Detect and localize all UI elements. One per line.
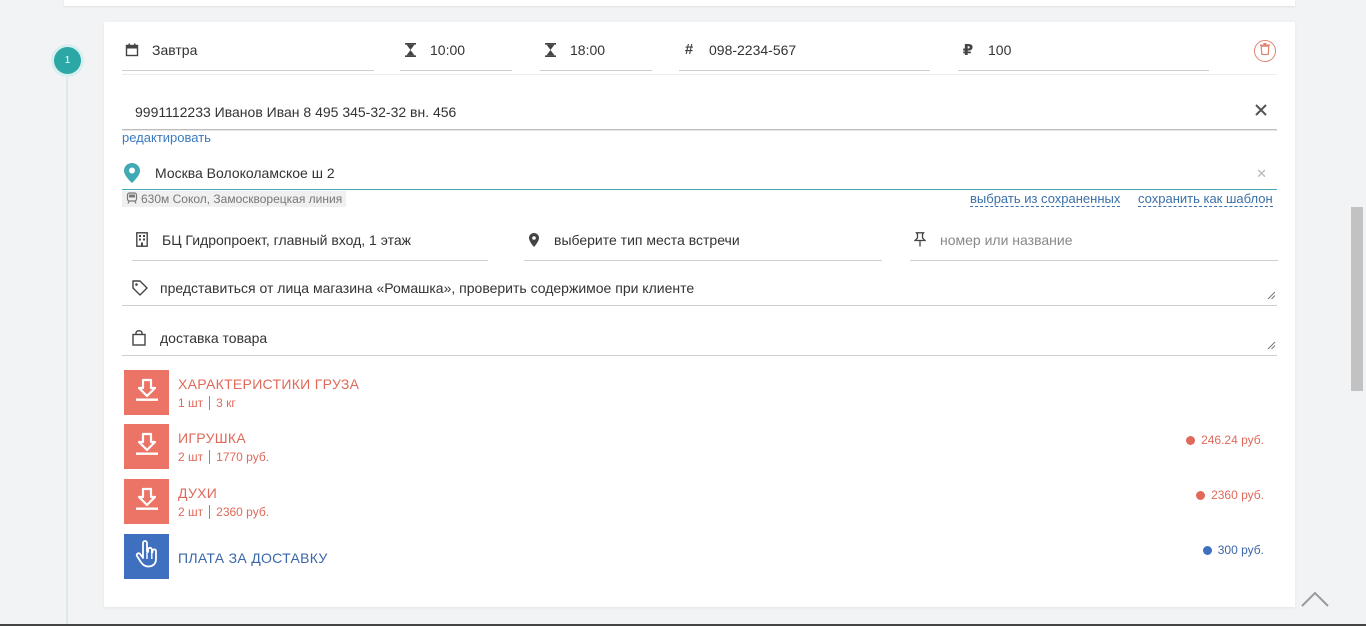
meeting-type-select[interactable]: выберите тип места встречи (524, 219, 882, 261)
item-price: 246.24 руб. (1186, 433, 1264, 447)
item-unit-price: 2360 руб. (216, 505, 270, 519)
address-value: Москва Волоколамское ш 2 (155, 165, 335, 181)
cargo-item[interactable]: ИГРУШКА 2 шт 1770 руб. 246.24 руб. (124, 424, 1269, 470)
date-field[interactable]: Завтра (122, 29, 374, 71)
hourglass-icon (540, 42, 560, 57)
scroll-to-top-button[interactable] (1300, 590, 1330, 613)
date-value: Завтра (152, 41, 198, 58)
cargo-item[interactable]: ХАРАКТЕРИСТИКИ ГРУЗА 1 шт 3 кг (124, 370, 1269, 416)
item-details: 1 шт 3 кг (178, 396, 236, 410)
save-template-link[interactable]: сохранить как шаблон (1138, 191, 1273, 207)
item-icon-tile[interactable] (124, 370, 169, 415)
price-dot (1196, 490, 1206, 500)
item-title[interactable]: ДУХИ (178, 485, 217, 501)
metro-badge: 630м Сокол, Замоскворецкая линия (122, 191, 347, 207)
ruble-icon: ₽ (962, 41, 974, 59)
item-quantity: 2 шт (178, 450, 204, 464)
item-details: 2 шт 2360 руб. (178, 505, 269, 519)
calendar-icon (122, 43, 142, 57)
metro-value: 630м Сокол, Замоскворецкая линия (141, 192, 343, 206)
item-price-value: 246.24 руб. (1201, 433, 1264, 447)
item-price-value: 300 руб. (1217, 543, 1264, 557)
description-textarea[interactable]: доставка товара (122, 320, 1277, 356)
shopping-bag-icon (132, 329, 152, 346)
resize-handle-icon[interactable] (1267, 287, 1276, 303)
hourglass-icon (400, 42, 420, 57)
download-icon (135, 487, 159, 516)
time-to-value: 18:00 (570, 41, 606, 58)
delivery-point-card: Завтра 10:00 18:00 # 098-2234-567 ₽ 100 … (104, 22, 1295, 607)
hand-pointer-icon (134, 540, 160, 573)
meeting-type-value: выберите тип места встречи (554, 231, 740, 248)
timeline-line (66, 60, 68, 626)
price-dot (1186, 435, 1196, 445)
item-unit-price: 1770 руб. (216, 450, 270, 464)
download-icon (135, 378, 159, 407)
place-name-placeholder: номер или название (940, 231, 1073, 248)
scrollbar-thumb[interactable] (1351, 207, 1363, 391)
building-field[interactable]: БЦ Гидропроект, главный вход, 1 этаж (132, 219, 488, 261)
item-price-value: 2360 руб. (1211, 488, 1264, 502)
place-name-input[interactable]: номер или название (910, 219, 1278, 261)
item-quantity: 2 шт (178, 505, 204, 519)
delivery-fee-item[interactable]: ПЛАТА ЗА ДОСТАВКУ 300 руб. (124, 534, 1269, 580)
item-weight: 3 кг (216, 396, 236, 410)
item-quantity: 1 шт (178, 396, 204, 410)
choose-saved-link[interactable]: выбрать из сохраненных (970, 191, 1121, 207)
note-value: представиться от лица магазина «Ромашка»… (160, 279, 695, 296)
location-dot-icon (524, 232, 544, 247)
time-from-value: 10:00 (430, 41, 466, 58)
item-icon-tile[interactable] (124, 534, 169, 579)
resize-handle-icon[interactable] (1267, 337, 1276, 353)
item-details: 2 шт 1770 руб. (178, 450, 269, 464)
cargo-item[interactable]: ДУХИ 2 шт 2360 руб. 2360 руб. (124, 479, 1269, 525)
metro-train-icon (126, 191, 141, 207)
trash-icon (1260, 42, 1270, 60)
address-field[interactable]: Москва Волоколамское ш 2 ✕ (122, 157, 1277, 190)
note-textarea[interactable]: представиться от лица магазина «Ромашка»… (122, 270, 1277, 306)
previous-card-edge (64, 0, 1295, 6)
amount-field[interactable]: ₽ 100 (958, 29, 1209, 71)
order-number-value: 098-2234-567 (709, 41, 797, 58)
hash-icon: # (684, 41, 694, 58)
item-price: 2360 руб. (1196, 488, 1264, 502)
divider (122, 74, 1277, 75)
item-icon-tile[interactable] (124, 424, 169, 469)
clear-address-icon[interactable]: ✕ (1256, 166, 1267, 182)
order-number-field[interactable]: # 098-2234-567 (679, 29, 930, 71)
step-badge: 1 (54, 47, 81, 74)
amount-value: 100 (988, 41, 1012, 58)
item-price: 300 руб. (1202, 543, 1264, 557)
chevron-up-icon (1300, 591, 1330, 612)
divider (209, 505, 211, 519)
building-value: БЦ Гидропроект, главный вход, 1 этаж (162, 231, 411, 248)
contact-field[interactable]: 9991112233 Иванов Иван 8 495 345-32-32 в… (122, 94, 1277, 130)
edit-contact-link[interactable]: редактировать (122, 130, 211, 145)
item-icon-tile[interactable] (124, 479, 169, 524)
item-title[interactable]: ИГРУШКА (178, 430, 246, 446)
map-pin-icon (124, 163, 146, 183)
divider (209, 450, 211, 464)
time-from-field[interactable]: 10:00 (400, 29, 512, 71)
contact-value: 9991112233 Иванов Иван 8 495 345-32-32 в… (135, 103, 457, 120)
pushpin-icon (910, 232, 930, 247)
divider (209, 396, 211, 410)
item-title[interactable]: ПЛАТА ЗА ДОСТАВКУ (178, 550, 328, 566)
building-icon (132, 232, 152, 247)
delete-point-button[interactable] (1254, 40, 1276, 62)
item-title[interactable]: ХАРАКТЕРИСТИКИ ГРУЗА (178, 376, 359, 392)
price-dot (1202, 545, 1212, 555)
tag-icon (132, 279, 152, 296)
time-to-field[interactable]: 18:00 (540, 29, 652, 71)
clear-contact-icon[interactable] (1255, 103, 1267, 119)
download-icon (135, 432, 159, 461)
description-value: доставка товара (160, 329, 268, 346)
